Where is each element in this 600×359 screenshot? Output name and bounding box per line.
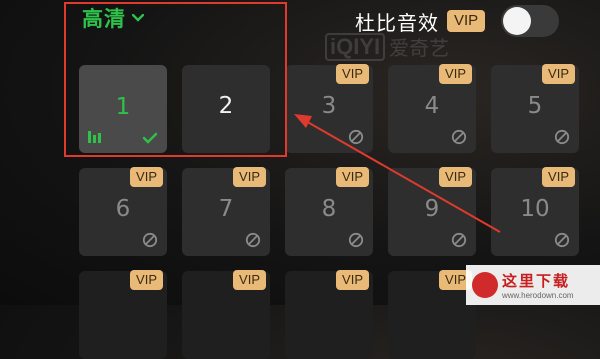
site-logo-url: www.herodown.com: [502, 291, 574, 300]
site-logo-mark: [472, 272, 498, 298]
annotation-arrow: [294, 114, 501, 233]
site-logo: 这里下载 www.herodown.com: [466, 265, 600, 305]
site-logo-name: 这里下载: [502, 272, 571, 290]
